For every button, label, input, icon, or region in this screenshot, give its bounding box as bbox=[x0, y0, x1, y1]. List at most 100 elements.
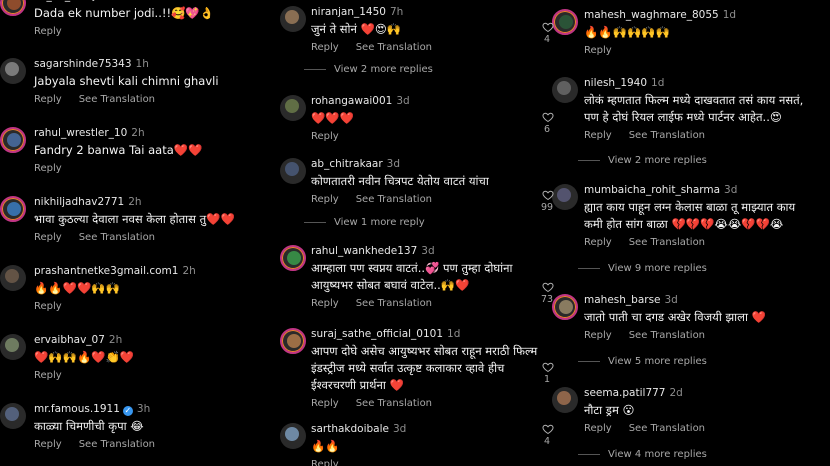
reply-button[interactable]: Reply bbox=[34, 439, 62, 450]
like-heart-icon[interactable] bbox=[542, 108, 554, 123]
avatar[interactable] bbox=[280, 245, 306, 271]
comment-body: mumbaicha_rohit_sharma 3d ह्यात काय पाहून … bbox=[584, 184, 795, 248]
reply-button[interactable]: Reply bbox=[34, 163, 62, 174]
reply-button[interactable]: Reply bbox=[584, 45, 612, 56]
like-heart-icon[interactable] bbox=[542, 186, 554, 201]
reply-button[interactable]: Reply bbox=[34, 94, 62, 105]
comment-body: rahul_wankhede137 3d आम्हाला पण स्वप्नय वा… bbox=[311, 245, 512, 309]
see-translation-button[interactable]: See Translation bbox=[356, 298, 432, 309]
view-more-replies-button[interactable]: View 9 more replies bbox=[578, 263, 707, 274]
timestamp: 2h bbox=[128, 196, 142, 208]
see-translation-button[interactable]: See Translation bbox=[629, 330, 705, 341]
avatar[interactable] bbox=[0, 0, 26, 16]
comment-text: काळ्या चिमणीची कृपा 😂 bbox=[34, 419, 144, 433]
reply-button[interactable]: Reply bbox=[311, 298, 339, 309]
avatar[interactable] bbox=[552, 387, 578, 413]
view-more-replies-button[interactable]: View 4 more replies bbox=[578, 449, 707, 460]
avatar[interactable] bbox=[280, 328, 306, 354]
comment-actions: Reply bbox=[34, 370, 134, 381]
like-count: 99 bbox=[540, 202, 554, 213]
avatar[interactable] bbox=[0, 127, 26, 153]
username[interactable]: sarthakdoibale bbox=[311, 423, 389, 435]
username[interactable]: sagarshinde75343 bbox=[34, 58, 132, 70]
comment-text: Fandry 2 banwa Tai aata❤️❤️ bbox=[34, 143, 203, 157]
reply-button[interactable]: Reply bbox=[311, 398, 339, 409]
see-translation-button[interactable]: See Translation bbox=[356, 398, 432, 409]
avatar-photo bbox=[287, 251, 301, 265]
comment-header: suraj_sathe_official_0101 1d bbox=[311, 328, 537, 341]
username[interactable]: mahesh_waghmare_8055 bbox=[584, 9, 719, 21]
see-translation-button[interactable]: See Translation bbox=[629, 423, 705, 434]
reply-button[interactable]: Reply bbox=[34, 370, 62, 381]
avatar[interactable] bbox=[0, 403, 26, 429]
reply-button[interactable]: Reply bbox=[34, 232, 62, 243]
avatar[interactable] bbox=[552, 77, 578, 103]
comment-actions: Reply See Translation bbox=[34, 439, 172, 450]
avatar[interactable] bbox=[280, 95, 306, 121]
username[interactable]: suraj_sathe_official_0101 bbox=[311, 328, 443, 340]
like-heart-icon[interactable] bbox=[542, 18, 554, 33]
see-translation-button[interactable]: See Translation bbox=[629, 130, 705, 141]
comment-header: mahesh_waghmare_8055 1d bbox=[584, 9, 736, 22]
view-more-replies-button[interactable]: View 2 more replies bbox=[578, 155, 707, 166]
username[interactable]: mahesh_barse bbox=[584, 294, 661, 306]
comment-actions: Reply See Translation bbox=[584, 423, 722, 434]
reply-button[interactable]: Reply bbox=[311, 459, 339, 466]
username[interactable]: ab_chitrakaar bbox=[311, 158, 383, 170]
username[interactable]: nilesh_1940 bbox=[584, 77, 647, 89]
avatar-photo bbox=[5, 338, 19, 352]
username[interactable]: mr.famous.1911 bbox=[34, 403, 120, 415]
reply-button[interactable]: Reply bbox=[34, 301, 62, 312]
reply-button[interactable]: Reply bbox=[584, 237, 612, 248]
see-translation-button[interactable]: See Translation bbox=[79, 439, 155, 450]
username[interactable]: niranjan_1450 bbox=[311, 6, 386, 18]
reply-button[interactable]: Reply bbox=[584, 423, 612, 434]
comment-text: जुनं ते सोनं ❤️😍🙌 bbox=[311, 22, 402, 36]
view-more-replies-button[interactable]: View 1 more reply bbox=[304, 217, 425, 228]
comment-actions: Reply bbox=[311, 459, 406, 466]
comment-text: नौटा ड्रम 😮 bbox=[584, 403, 635, 417]
see-translation-button[interactable]: See Translation bbox=[356, 42, 432, 53]
reply-button[interactable]: Reply bbox=[584, 130, 612, 141]
username[interactable]: rohangawai001 bbox=[311, 95, 392, 107]
avatar[interactable] bbox=[0, 196, 26, 222]
reply-button[interactable]: Reply bbox=[311, 194, 339, 205]
username[interactable]: nikhiljadhav2771 bbox=[34, 196, 124, 208]
avatar[interactable] bbox=[0, 265, 26, 291]
reply-button[interactable]: Reply bbox=[584, 330, 612, 341]
comment-text-line: पण हे दोघं रियल लाईफ मध्ये पार्टनर आहेत.… bbox=[584, 110, 782, 124]
username[interactable]: mumbaicha_rohit_sharma bbox=[584, 184, 720, 196]
username[interactable]: ervaibhav_07 bbox=[34, 334, 105, 346]
comment-text: 🔥🔥❤️❤️🙌🙌 bbox=[34, 281, 120, 295]
reply-button[interactable]: Reply bbox=[311, 42, 339, 53]
see-translation-button[interactable]: See Translation bbox=[356, 194, 432, 205]
like-heart-icon[interactable] bbox=[542, 420, 554, 435]
reply-button[interactable]: Reply bbox=[34, 26, 62, 37]
avatar[interactable] bbox=[552, 9, 578, 35]
like-heart-icon[interactable] bbox=[542, 278, 554, 293]
see-translation-button[interactable]: See Translation bbox=[79, 94, 155, 105]
comment-header: mahesh_barse 3d bbox=[584, 294, 766, 307]
comment-text-line: लोकं म्हणतात फिल्म मध्ये दाखवतात तसं काय… bbox=[584, 93, 804, 107]
view-more-replies-button[interactable]: View 2 more replies bbox=[304, 64, 433, 75]
username[interactable]: rahul_wrestler_10 bbox=[34, 127, 127, 139]
avatar[interactable] bbox=[0, 334, 26, 360]
see-translation-button[interactable]: See Translation bbox=[629, 237, 705, 248]
avatar[interactable] bbox=[0, 58, 26, 84]
like-count: 1 bbox=[543, 374, 551, 385]
avatar[interactable] bbox=[280, 423, 306, 449]
like-count: 6 bbox=[543, 124, 551, 135]
reply-button[interactable]: Reply bbox=[311, 131, 339, 142]
username[interactable]: prashantnetke3gmail.com1 bbox=[34, 265, 178, 277]
comment-header: nikhiljadhav2771 2h bbox=[34, 196, 235, 209]
avatar[interactable] bbox=[280, 6, 306, 32]
see-translation-button[interactable]: See Translation bbox=[79, 232, 155, 243]
view-more-replies-button[interactable]: View 5 more replies bbox=[578, 356, 707, 367]
avatar[interactable] bbox=[280, 158, 306, 184]
comment-body: its_mi_balaji.3310 5d Dada ek number jodi.… bbox=[34, 0, 214, 37]
username[interactable]: its_mi_balaji.3310 bbox=[34, 0, 129, 2]
like-heart-icon[interactable] bbox=[542, 358, 554, 373]
username[interactable]: rahul_wankhede137 bbox=[311, 245, 417, 257]
comment-header: nilesh_1940 1d bbox=[584, 77, 803, 90]
username[interactable]: seema.patil777 bbox=[584, 387, 665, 399]
